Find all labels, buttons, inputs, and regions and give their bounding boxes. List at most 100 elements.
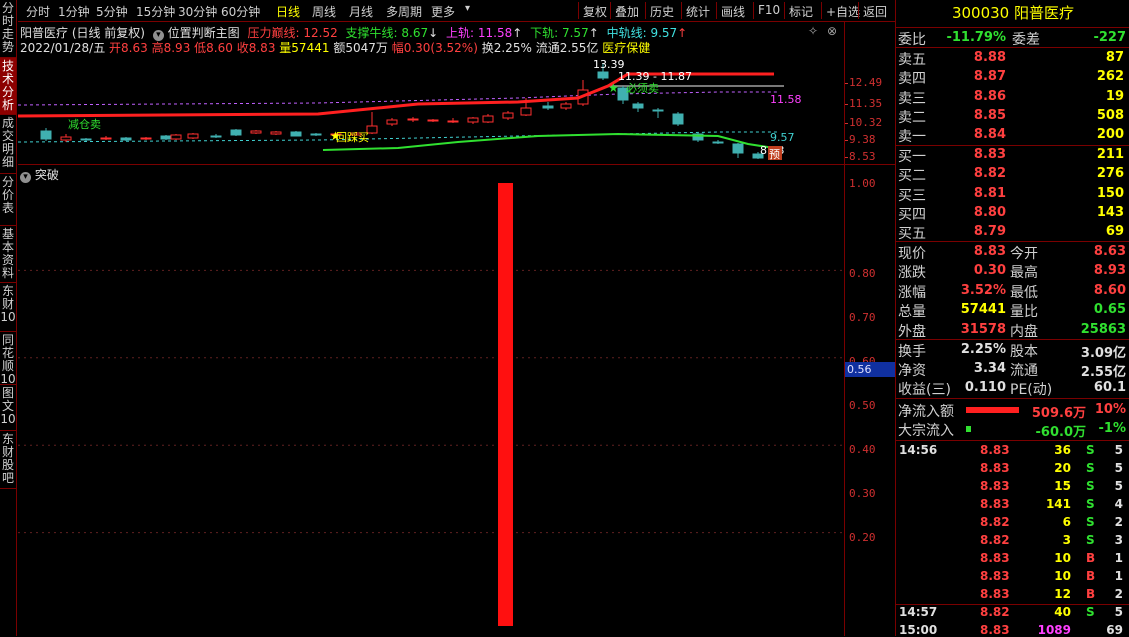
tab-4[interactable]: 30分钟 xyxy=(178,3,217,20)
left-tab-3[interactable]: 分价表 xyxy=(0,174,16,226)
stat-value: 31578 xyxy=(960,321,1006,337)
ind-axis-label-4: 0.50 xyxy=(849,399,876,412)
price-axis: 12.4911.3510.329.388.531.000.800.700.600… xyxy=(844,22,896,636)
flow-value: -60.0万 xyxy=(1035,425,1086,440)
left-tab-bar: 分时走势 技术分析 成交明细 分价表 基本资料 东财10 同花顺10 图文10 东财股吧 xyxy=(0,0,17,636)
left-tab-6[interactable]: 同花顺10 xyxy=(0,332,16,386)
toolbar-btn-0[interactable]: 复权 xyxy=(583,3,607,20)
stat-label: 最高 xyxy=(1010,265,1038,282)
tab-3[interactable]: 15分钟 xyxy=(136,3,175,20)
tick-price: 8.82 xyxy=(980,605,1010,619)
candle-body-18 xyxy=(386,119,398,125)
book-volume: 87 xyxy=(1105,50,1124,65)
book-label: 买二 xyxy=(898,168,926,185)
stat2-label: 流通 xyxy=(1010,363,1038,379)
tick-price: 8.83 xyxy=(980,461,1010,475)
left-tab-0[interactable]: 分时走势 xyxy=(0,0,16,58)
weicha-value: -227 xyxy=(1093,30,1126,45)
close-icon[interactable]: ⊗ xyxy=(827,24,837,38)
tick-price: 8.83 xyxy=(980,623,1010,637)
stat2-value: 0.110 xyxy=(964,380,1006,395)
tick-price: 8.83 xyxy=(980,497,1010,511)
left-tab-7[interactable]: 图文10 xyxy=(0,385,16,431)
kchart-annotation-3: 11.58 xyxy=(770,93,802,106)
left-tab-4[interactable]: 基本资料 xyxy=(0,226,16,283)
axis-divider xyxy=(845,164,896,165)
left-tab-1[interactable]: 技术分析 xyxy=(0,58,16,115)
period-toolbar: 分时 1分钟 5分钟 15分钟 30分钟 60分钟 日线 周线 月线 多周期 更多 ▾ 复权 叠加 历史 统计… xyxy=(18,0,895,22)
bar-turnover: 换2.25% xyxy=(481,41,532,55)
upper-value: 上轨: 11.58 xyxy=(446,26,513,40)
book-price: 8.88 xyxy=(973,50,1006,65)
toolbar-btn-5[interactable]: F10 xyxy=(758,3,780,17)
tick-volume: 10 xyxy=(1054,569,1071,583)
candle-body-5 xyxy=(140,137,152,140)
candle-body-27 xyxy=(560,103,572,109)
tab-8[interactable]: 月线 xyxy=(349,3,373,20)
breakout-bar xyxy=(498,183,513,626)
quote-panel: 300030 阳普医疗 委比 -11.79% 委差 -227 卖五 8.88 87 卖… xyxy=(895,0,1129,637)
book-label: 买三 xyxy=(898,187,926,204)
toolbar-btn-6[interactable]: 标记 xyxy=(789,3,813,20)
flow-value: 509.6万 xyxy=(1031,406,1086,421)
settings-icon[interactable]: ✧ xyxy=(808,24,818,38)
book-price: 8.85 xyxy=(973,107,1006,123)
tab-2[interactable]: 5分钟 xyxy=(96,3,128,20)
toolbar-btn-8[interactable]: 返回 xyxy=(863,3,887,20)
toolbar-btn-3[interactable]: 统计 xyxy=(686,3,710,20)
book-volume: 262 xyxy=(1096,69,1124,85)
stat-value: 57441 xyxy=(960,302,1006,318)
toolbar-btn-2[interactable]: 历史 xyxy=(650,3,674,20)
book-volume: 69 xyxy=(1105,224,1124,240)
kaxis-label-4: 8.53 xyxy=(849,150,876,163)
stock-code-title: 300030 阳普医疗 xyxy=(896,0,1129,27)
kaxis-tick-0 xyxy=(845,83,848,84)
candle-body-10 xyxy=(230,129,242,136)
ind-axis-label-0: 1.00 xyxy=(849,177,876,190)
tab-6[interactable]: 日线 xyxy=(276,3,300,20)
chart-header-line2: 2022/01/28/五 开8.63 高8.93 低8.60 收8.83 量57… xyxy=(20,39,650,56)
book-price: 8.86 xyxy=(973,88,1006,104)
left-tab-8[interactable]: 东财股吧 xyxy=(0,431,16,489)
tab-0[interactable]: 分时 xyxy=(26,3,50,20)
flow-pct: -1% xyxy=(1098,421,1126,436)
candle-body-32 xyxy=(652,109,664,112)
tick-side: S xyxy=(1086,515,1095,529)
kaxis-tick-3 xyxy=(845,140,848,141)
candle-body-14 xyxy=(310,133,322,136)
toolbar-btn-7[interactable]: +自选 xyxy=(826,3,860,20)
indicator-chart[interactable] xyxy=(18,166,844,636)
bar-float: 流通2.55亿 xyxy=(535,41,599,55)
toolbar-sep-6 xyxy=(784,2,785,19)
flow-bar xyxy=(966,426,971,432)
tick-volume: 40 xyxy=(1054,605,1071,619)
tick-count: 1 xyxy=(1114,551,1123,565)
candle-body-24 xyxy=(502,112,514,119)
tick-side: S xyxy=(1086,605,1095,619)
kline-chart[interactable]: 13.3911.39 - 11.87必须卖11.589.578.53回踩买减仓卖… xyxy=(18,58,844,164)
tab-10[interactable]: 更多 xyxy=(431,3,455,20)
indicator-name[interactable]: 位置判断主图 xyxy=(168,26,240,40)
tab-5[interactable]: 60分钟 xyxy=(221,3,260,20)
tab-1[interactable]: 1分钟 xyxy=(58,3,90,20)
candle-body-31 xyxy=(632,103,644,109)
tab-9[interactable]: 多周期 xyxy=(386,3,422,20)
more-arrow-icon[interactable]: ▾ xyxy=(465,3,470,14)
left-tab-2[interactable]: 成交明细 xyxy=(0,115,16,174)
ind-axis-label-7: 0.20 xyxy=(849,531,876,544)
stock-name: 阳普医疗 xyxy=(1014,4,1075,22)
bar-open: 开8.63 xyxy=(109,41,148,55)
candle-body-26 xyxy=(542,105,554,109)
book-label: 买一 xyxy=(898,149,926,165)
book-volume: 508 xyxy=(1096,107,1124,123)
tab-7[interactable]: 周线 xyxy=(312,3,336,20)
candle-body-7 xyxy=(170,134,182,140)
kaxis-tick-4 xyxy=(845,157,848,158)
tick-divider xyxy=(896,604,1129,605)
stat2-value: 3.09亿 xyxy=(1080,346,1126,361)
toolbar-sep-5 xyxy=(753,2,754,19)
left-tab-5[interactable]: 东财10 xyxy=(0,283,16,332)
toolbar-btn-4[interactable]: 画线 xyxy=(721,3,745,20)
stat2-label: 股本 xyxy=(1010,344,1038,360)
toolbar-btn-1[interactable]: 叠加 xyxy=(615,3,639,20)
